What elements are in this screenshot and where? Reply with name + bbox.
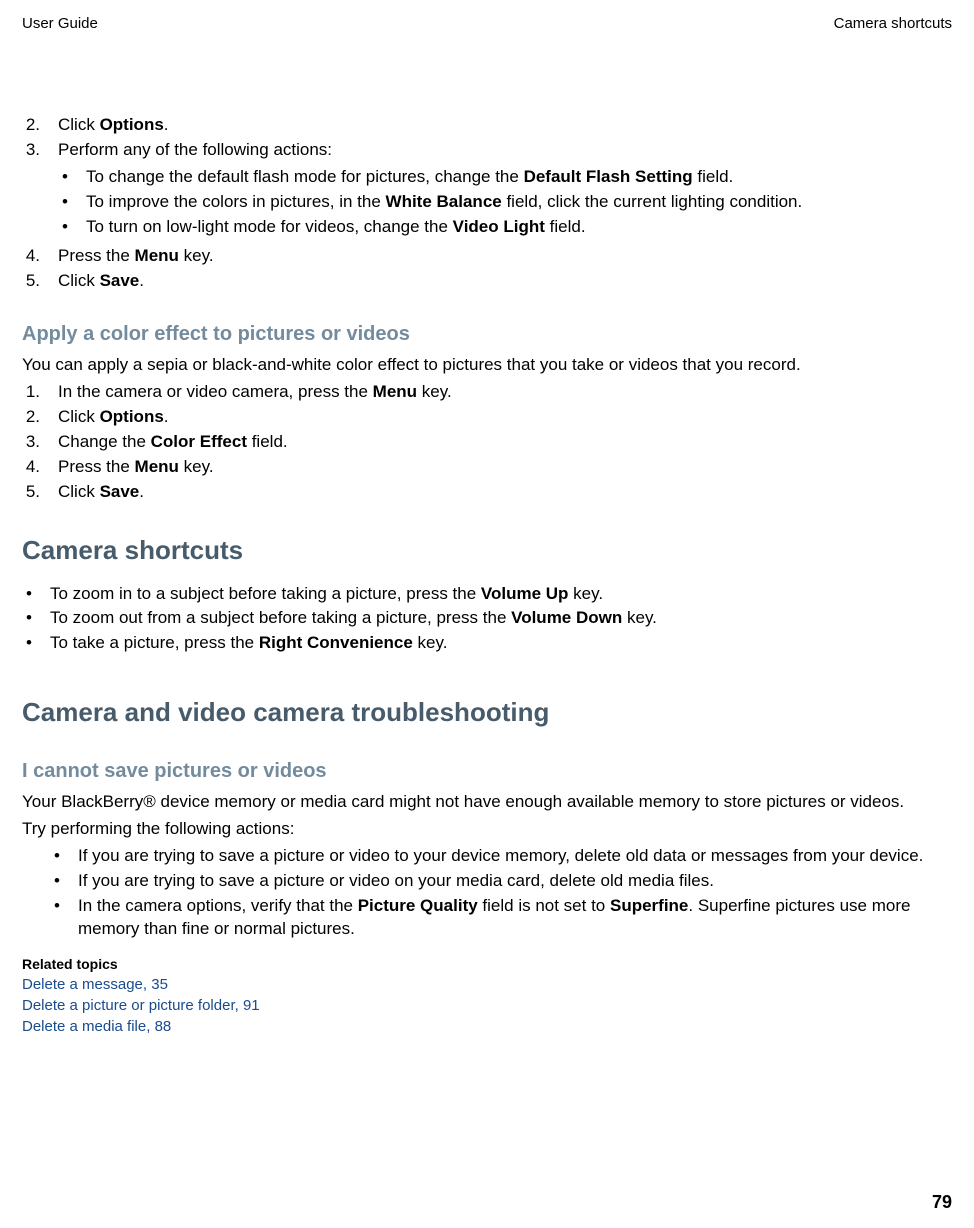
bullet-icon: •: [22, 583, 36, 606]
related-link[interactable]: Delete a message, 35: [22, 975, 952, 995]
bullet-icon: •: [58, 191, 72, 214]
list-item: 4.Press the Menu key.: [22, 456, 952, 479]
paragraph: Try performing the following actions:: [22, 818, 952, 841]
related-link[interactable]: Delete a media file, 88: [22, 1017, 952, 1037]
list-number: 4.: [22, 245, 40, 268]
shortcuts-list: •To zoom in to a subject before taking a…: [22, 583, 952, 656]
list-text: Perform any of the following actions: •T…: [58, 139, 952, 243]
heading-cannot-save: I cannot save pictures or videos: [22, 758, 952, 785]
list-item: •If you are trying to save a picture or …: [50, 845, 952, 868]
list-number: 2.: [22, 114, 40, 137]
cannot-save-list: •If you are trying to save a picture or …: [50, 845, 952, 941]
page-header: User Guide Camera shortcuts: [22, 14, 952, 34]
intro-paragraph: You can apply a sepia or black-and-white…: [22, 354, 952, 377]
header-right: Camera shortcuts: [834, 14, 952, 34]
bullet-icon: •: [50, 895, 64, 941]
list-text: Click Save.: [58, 270, 952, 293]
list-text: Click Options.: [58, 114, 952, 137]
list-text: Press the Menu key.: [58, 245, 952, 268]
bullet-icon: •: [58, 166, 72, 189]
related-topics-heading: Related topics: [22, 955, 952, 974]
document-page: User Guide Camera shortcuts 2. Click Opt…: [0, 0, 974, 1228]
bullet-icon: •: [58, 216, 72, 239]
list-item: 4. Press the Menu key.: [22, 245, 952, 268]
bullet-icon: •: [50, 870, 64, 893]
related-link[interactable]: Delete a picture or picture folder, 91: [22, 996, 952, 1016]
heading-troubleshooting: Camera and video camera troubleshooting: [22, 695, 952, 730]
list-number: 5.: [22, 270, 40, 293]
sub-list-item: •To improve the colors in pictures, in t…: [58, 191, 952, 214]
list-item: 3. Perform any of the following actions:…: [22, 139, 952, 243]
sub-list: •To change the default flash mode for pi…: [58, 166, 952, 239]
effect-ordered-list: 1.In the camera or video camera, press t…: [22, 381, 952, 504]
list-item: 2. Click Options.: [22, 114, 952, 137]
heading-apply-color-effect: Apply a color effect to pictures or vide…: [22, 321, 952, 348]
bullet-icon: •: [50, 845, 64, 868]
sub-list-item: •To change the default flash mode for pi…: [58, 166, 952, 189]
bullet-icon: •: [22, 632, 36, 655]
list-item: 2.Click Options.: [22, 406, 952, 429]
list-item: 3.Change the Color Effect field.: [22, 431, 952, 454]
top-ordered-list: 2. Click Options. 3. Perform any of the …: [22, 114, 952, 293]
shortcut-item: •To take a picture, press the Right Conv…: [22, 632, 952, 655]
shortcut-item: •To zoom in to a subject before taking a…: [22, 583, 952, 606]
header-left: User Guide: [22, 14, 98, 34]
page-number: 79: [932, 1190, 952, 1214]
list-item: 5. Click Save.: [22, 270, 952, 293]
list-item: •In the camera options, verify that the …: [50, 895, 952, 941]
list-item: 5.Click Save.: [22, 481, 952, 504]
heading-camera-shortcuts: Camera shortcuts: [22, 533, 952, 568]
paragraph: Your BlackBerry® device memory or media …: [22, 791, 952, 814]
sub-list-item: •To turn on low-light mode for videos, c…: [58, 216, 952, 239]
bullet-icon: •: [22, 607, 36, 630]
shortcut-item: •To zoom out from a subject before takin…: [22, 607, 952, 630]
list-item: •If you are trying to save a picture or …: [50, 870, 952, 893]
list-item: 1.In the camera or video camera, press t…: [22, 381, 952, 404]
list-number: 3.: [22, 139, 40, 243]
